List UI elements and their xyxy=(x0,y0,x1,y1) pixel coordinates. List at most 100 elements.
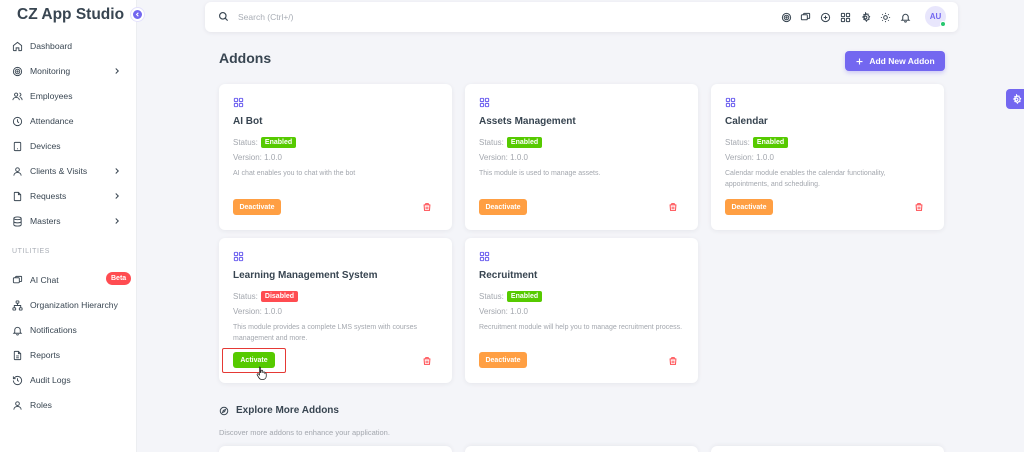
sidebar-item-label: Monitoring xyxy=(30,66,71,76)
explore-section-title: Explore More Addons xyxy=(219,405,339,416)
addon-version: Version: 1.0.0 xyxy=(725,153,774,162)
status-label: Status: xyxy=(725,138,750,147)
sidebar-item-notifications[interactable]: Notifications xyxy=(12,321,130,339)
sidebar-item-label: Dashboard xyxy=(30,41,73,51)
version-value: 1.0.0 xyxy=(264,153,282,162)
sidebar-collapse-button[interactable] xyxy=(131,8,144,21)
status-badge: Enabled xyxy=(752,137,789,148)
report-icon xyxy=(13,350,22,360)
version-label: Version: xyxy=(725,153,757,162)
addon-version: Version: 1.0.0 xyxy=(233,307,282,316)
addon-title: Recruitment xyxy=(479,270,538,281)
clock-icon xyxy=(12,116,23,126)
sidebar-item-label: Requests xyxy=(30,191,67,201)
deactivate-button[interactable]: Deactivate xyxy=(233,199,281,215)
version-value: 1.0.0 xyxy=(510,153,528,162)
activate-button[interactable]: Activate xyxy=(233,352,275,368)
sidebar-item-label: Clients & Visits xyxy=(30,166,88,176)
sidebar-item-roles[interactable]: Roles xyxy=(12,396,130,414)
settings-icon[interactable] xyxy=(860,12,871,23)
version-value: 1.0.0 xyxy=(510,307,528,316)
chat-icon[interactable] xyxy=(800,12,811,23)
home-icon xyxy=(12,41,23,51)
search-icon[interactable] xyxy=(218,11,229,22)
online-status-dot xyxy=(940,21,946,27)
sidebar-item-dashboard[interactable]: Dashboard xyxy=(12,37,130,55)
explore-card xyxy=(219,446,452,452)
hierarchy-icon xyxy=(12,299,23,311)
settings-icon xyxy=(1012,93,1021,104)
addon-title: AI Bot xyxy=(233,116,263,127)
addon-card-learning-management-system: Learning Management System Status: Disabl… xyxy=(219,238,452,383)
hand-pointer-icon xyxy=(256,366,267,380)
explore-title-text: Explore More Addons xyxy=(236,405,339,416)
addon-title: Calendar xyxy=(725,116,768,127)
sidebar-item-label: Employees xyxy=(30,91,73,101)
version-label: Version: xyxy=(479,307,511,316)
sidebar-item-attendance[interactable]: Attendance xyxy=(12,112,130,130)
addon-title: Learning Management System xyxy=(233,270,378,281)
version-value: 1.0.0 xyxy=(756,153,774,162)
sidebar-item-label: Reports xyxy=(30,350,61,360)
sidebar-item-ai-chat[interactable]: AI Chat Beta xyxy=(12,271,132,289)
apps-grid-icon xyxy=(479,97,490,108)
sidebar-item-requests[interactable]: Requests xyxy=(12,187,130,205)
sidebar-item-label: Devices xyxy=(30,141,61,151)
sidebar-item-organization-hierarchy[interactable]: Organization Hierarchy xyxy=(12,296,130,314)
beta-badge: Beta xyxy=(106,272,132,285)
chevron-right-icon xyxy=(115,193,119,199)
target-icon[interactable] xyxy=(781,12,792,23)
trash-icon[interactable] xyxy=(668,202,678,212)
addon-title: Assets Management xyxy=(479,116,576,127)
sidebar-item-reports[interactable]: Reports xyxy=(12,346,130,364)
sun-icon[interactable] xyxy=(880,12,891,23)
sidebar-item-devices[interactable]: Devices xyxy=(12,137,130,155)
status-label: Status: xyxy=(479,138,504,147)
trash-icon[interactable] xyxy=(422,202,432,212)
status-badge: Disabled xyxy=(260,291,299,302)
history-icon xyxy=(12,375,23,385)
sidebar-item-clients-visits[interactable]: Clients & Visits xyxy=(12,162,130,180)
sidebar-item-monitoring[interactable]: Monitoring xyxy=(12,62,130,80)
add-new-addon-button[interactable]: Add New Addon xyxy=(845,51,945,71)
status-label: Status: xyxy=(233,292,258,301)
apps-grid-icon xyxy=(233,97,244,108)
chevron-right-icon xyxy=(115,168,119,174)
apps-grid-icon xyxy=(233,251,244,262)
sidebar-item-label: Notifications xyxy=(30,325,77,335)
database-icon xyxy=(13,215,22,227)
deactivate-button[interactable]: Deactivate xyxy=(479,199,527,215)
status-badge: Enabled xyxy=(260,137,297,148)
sidebar-item-label: Attendance xyxy=(30,116,74,126)
deactivate-button[interactable]: Deactivate xyxy=(479,352,527,368)
explore-card xyxy=(465,446,698,452)
sidebar-item-label: Roles xyxy=(30,400,52,410)
status-badge: Enabled xyxy=(506,137,543,148)
add-new-addon-label: Add New Addon xyxy=(869,56,935,66)
apps-grid-icon[interactable] xyxy=(840,12,851,23)
search-input[interactable] xyxy=(238,9,438,25)
sidebar-item-label: Audit Logs xyxy=(30,375,71,385)
deactivate-button[interactable]: Deactivate xyxy=(725,199,773,215)
addon-card-assets-management: Assets Management Status: Enabled Version… xyxy=(465,84,698,230)
sidebar-item-employees[interactable]: Employees xyxy=(12,87,130,105)
status-badge: Enabled xyxy=(506,291,543,302)
chevron-left-icon xyxy=(135,12,139,17)
apps-grid-icon xyxy=(479,251,490,262)
addon-status: Status: Enabled xyxy=(479,137,543,148)
compass-icon xyxy=(219,406,229,415)
addon-status: Status: Enabled xyxy=(233,137,297,148)
status-label: Status: xyxy=(479,292,504,301)
bell-icon[interactable] xyxy=(900,12,911,23)
trash-icon[interactable] xyxy=(668,356,678,366)
sidebar-item-audit-logs[interactable]: Audit Logs xyxy=(12,371,130,389)
sidebar-item-masters[interactable]: Masters xyxy=(12,212,130,230)
trash-icon[interactable] xyxy=(914,202,924,212)
addon-card-recruitment: Recruitment Status: Enabled Version: 1.0.… xyxy=(465,238,698,383)
plus-circle-icon[interactable] xyxy=(820,12,831,23)
trash-icon[interactable] xyxy=(422,356,432,366)
version-label: Version: xyxy=(479,153,511,162)
addon-version: Version: 1.0.0 xyxy=(479,307,528,316)
status-label: Status: xyxy=(233,138,258,147)
customizer-toggle-button[interactable] xyxy=(1006,89,1024,109)
